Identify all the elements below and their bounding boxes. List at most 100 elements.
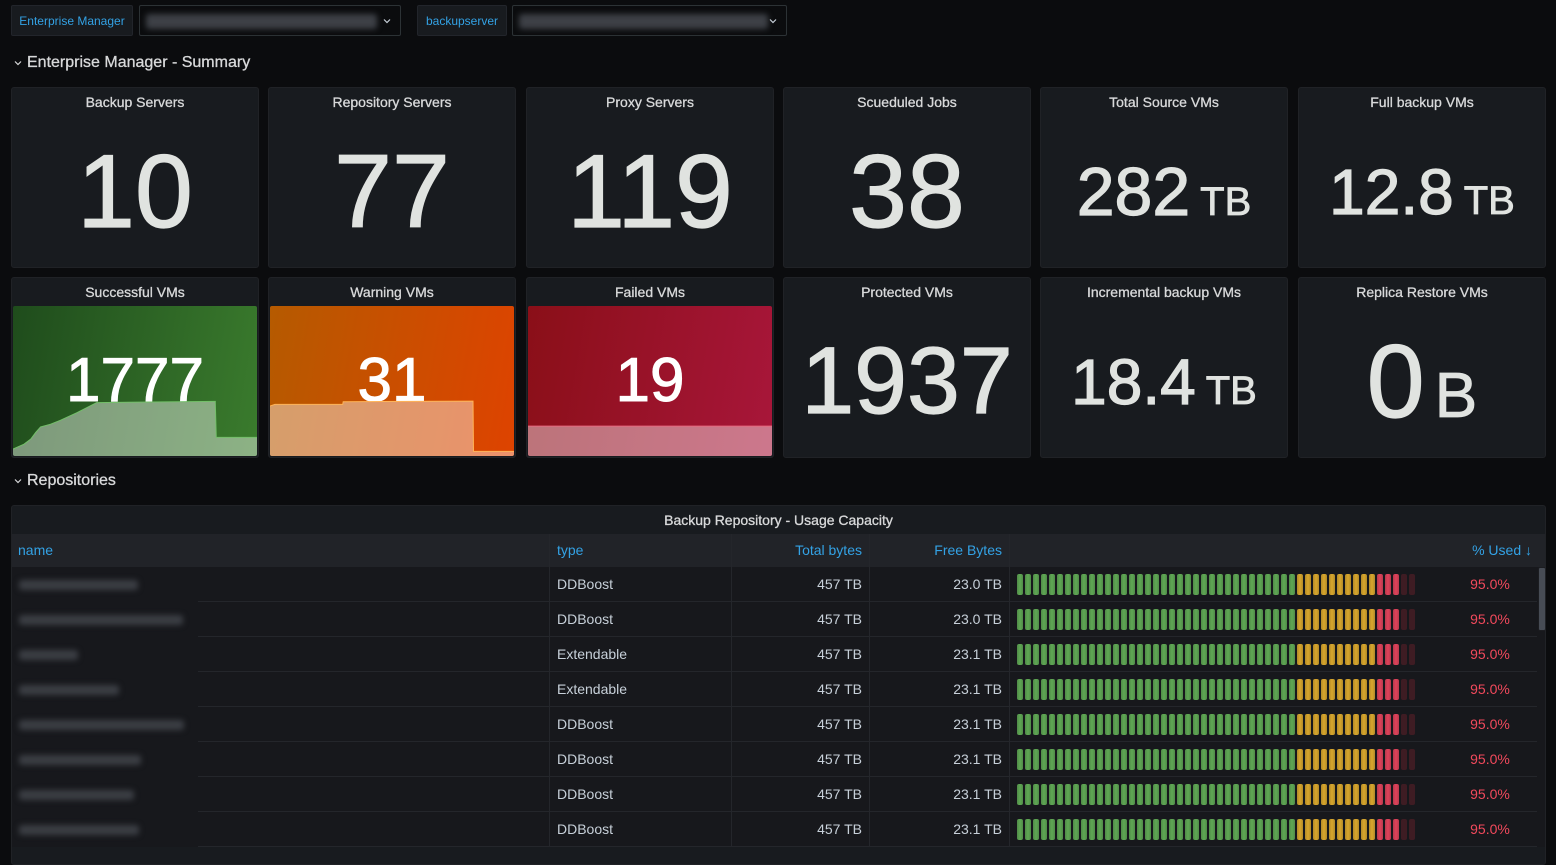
stat-panel-backup-servers: Backup Servers 10 xyxy=(11,87,259,268)
gauge-segment xyxy=(1329,749,1335,770)
gauge-segment xyxy=(1337,749,1343,770)
table-row[interactable]: DDBoost 457 TB 23.1 TB 95.0% xyxy=(12,812,1545,847)
gauge-segment xyxy=(1345,609,1351,630)
gauge-segment xyxy=(1033,714,1039,735)
gauge-segment xyxy=(1193,714,1199,735)
variable-label-enterprise-manager[interactable]: Enterprise Manager xyxy=(11,5,133,36)
panel-title[interactable]: Full backup VMs xyxy=(1299,88,1545,116)
redacted-name xyxy=(19,755,141,765)
table-row[interactable]: DDBoost 457 TB 23.1 TB 95.0% xyxy=(12,777,1545,812)
gauge-segment xyxy=(1393,644,1399,665)
gauge-segment xyxy=(1289,644,1295,665)
table-row[interactable]: DDBoost 457 TB 23.0 TB 95.0% xyxy=(12,602,1545,637)
gauge-segment xyxy=(1137,784,1143,805)
gauge-segment xyxy=(1145,819,1151,840)
gauge-segment xyxy=(1017,749,1023,770)
panel-title[interactable]: Proxy Servers xyxy=(527,88,773,116)
gauge-segment xyxy=(1329,644,1335,665)
table-row[interactable]: DDBoost 457 TB 23.1 TB 95.0% xyxy=(12,707,1545,742)
gauge-segment xyxy=(1033,644,1039,665)
gauge-segment xyxy=(1049,644,1055,665)
variable-select-enterprise-manager[interactable] xyxy=(139,5,401,36)
panel-title[interactable]: Repository Servers xyxy=(269,88,515,116)
gauge-segment xyxy=(1145,574,1151,595)
cell-name xyxy=(12,777,549,812)
panel-title[interactable]: Incremental backup VMs xyxy=(1041,278,1287,306)
gauge-segment xyxy=(1097,784,1103,805)
table-row[interactable]: DDBoost 457 TB 23.1 TB 95.0% xyxy=(12,742,1545,777)
table-row[interactable]: DDBoost 457 TB 23.0 TB 95.0% xyxy=(12,567,1545,602)
panel-title[interactable]: Replica Restore VMs xyxy=(1299,278,1545,306)
gauge-segment xyxy=(1353,574,1359,595)
stat-number: 18.4 xyxy=(1071,345,1197,418)
gauge-segment xyxy=(1321,609,1327,630)
gauge-segment xyxy=(1193,644,1199,665)
table-scrollbar[interactable] xyxy=(1538,567,1545,631)
section-header-summary[interactable]: Enterprise Manager - Summary xyxy=(14,54,250,72)
panel-title[interactable]: Scueduled Jobs xyxy=(784,88,1030,116)
cell-percent-used-gauge: 95.0% xyxy=(1009,672,1537,707)
gauge-segment xyxy=(1289,784,1295,805)
variable-select-backupserver[interactable] xyxy=(512,5,787,36)
table-row[interactable]: Extendable 457 TB 23.1 TB 95.0% xyxy=(12,672,1545,707)
cell-percent-used-gauge: 95.0% xyxy=(1009,742,1537,777)
gauge-segment xyxy=(1177,644,1183,665)
gauge-segment xyxy=(1241,574,1247,595)
redacted-name xyxy=(19,790,134,800)
gauge-segment xyxy=(1057,749,1063,770)
gauge-segment xyxy=(1385,609,1391,630)
panel-title[interactable]: Warning VMs xyxy=(269,278,515,306)
gauge-segment xyxy=(1025,574,1031,595)
gauge-segment xyxy=(1113,714,1119,735)
section-header-repositories[interactable]: Repositories xyxy=(14,472,116,490)
gauge-segment xyxy=(1161,749,1167,770)
cell-free-bytes: 23.1 TB xyxy=(869,637,1009,672)
gauge-segment xyxy=(1121,784,1127,805)
gauge-segment xyxy=(1121,609,1127,630)
column-header-free-bytes[interactable]: Free Bytes xyxy=(869,534,1009,567)
panel-title[interactable]: Successful VMs xyxy=(12,278,258,306)
panel-title[interactable]: Failed VMs xyxy=(527,278,773,306)
gauge-segment xyxy=(1273,574,1279,595)
gauge-segment xyxy=(1209,644,1215,665)
gauge-segment xyxy=(1265,609,1271,630)
cell-percent-used-gauge: 95.0% xyxy=(1009,707,1537,742)
cell-type: DDBoost xyxy=(549,777,731,812)
gauge-segment xyxy=(1185,609,1191,630)
panel-title[interactable]: Backup Servers xyxy=(12,88,258,116)
gauge-segment xyxy=(1345,784,1351,805)
gauge-segment xyxy=(1105,644,1111,665)
gauge-segment xyxy=(1097,644,1103,665)
gauge-segment xyxy=(1073,609,1079,630)
variable-label-backupserver[interactable]: backupserver xyxy=(417,5,507,36)
gauge-segment xyxy=(1233,749,1239,770)
cell-name xyxy=(12,567,549,602)
gauge-segment xyxy=(1369,784,1375,805)
gauge-segment xyxy=(1289,609,1295,630)
section-title: Repositories xyxy=(27,472,116,489)
gauge-segment xyxy=(1273,679,1279,700)
gauge-segment xyxy=(1089,714,1095,735)
gauge-segment xyxy=(1017,574,1023,595)
gauge-value: 95.0% xyxy=(1470,646,1510,662)
panel-body: 18.4 TB xyxy=(1041,306,1287,457)
gauge-segment xyxy=(1025,609,1031,630)
panel-title[interactable]: Backup Repository - Usage Capacity xyxy=(12,506,1545,534)
stat-number: 38 xyxy=(849,133,966,250)
cell-type: DDBoost xyxy=(549,567,731,602)
cell-name xyxy=(12,637,549,672)
gauge-segment xyxy=(1297,749,1303,770)
column-header-name[interactable]: name xyxy=(12,534,549,567)
table-row[interactable]: Extendable 457 TB 23.1 TB 95.0% xyxy=(12,637,1545,672)
bar-gauge xyxy=(1017,679,1417,700)
column-header-percent-used[interactable]: % Used ↓ xyxy=(1009,534,1545,567)
column-header-type[interactable]: type xyxy=(549,534,731,567)
bar-gauge xyxy=(1017,784,1417,805)
gauge-segment xyxy=(1025,714,1031,735)
gauge-segment xyxy=(1313,784,1319,805)
column-header-total-bytes[interactable]: Total bytes xyxy=(731,534,869,567)
gauge-segment xyxy=(1329,679,1335,700)
panel-title[interactable]: Total Source VMs xyxy=(1041,88,1287,116)
panel-title[interactable]: Protected VMs xyxy=(784,278,1030,306)
gauge-segment xyxy=(1337,819,1343,840)
